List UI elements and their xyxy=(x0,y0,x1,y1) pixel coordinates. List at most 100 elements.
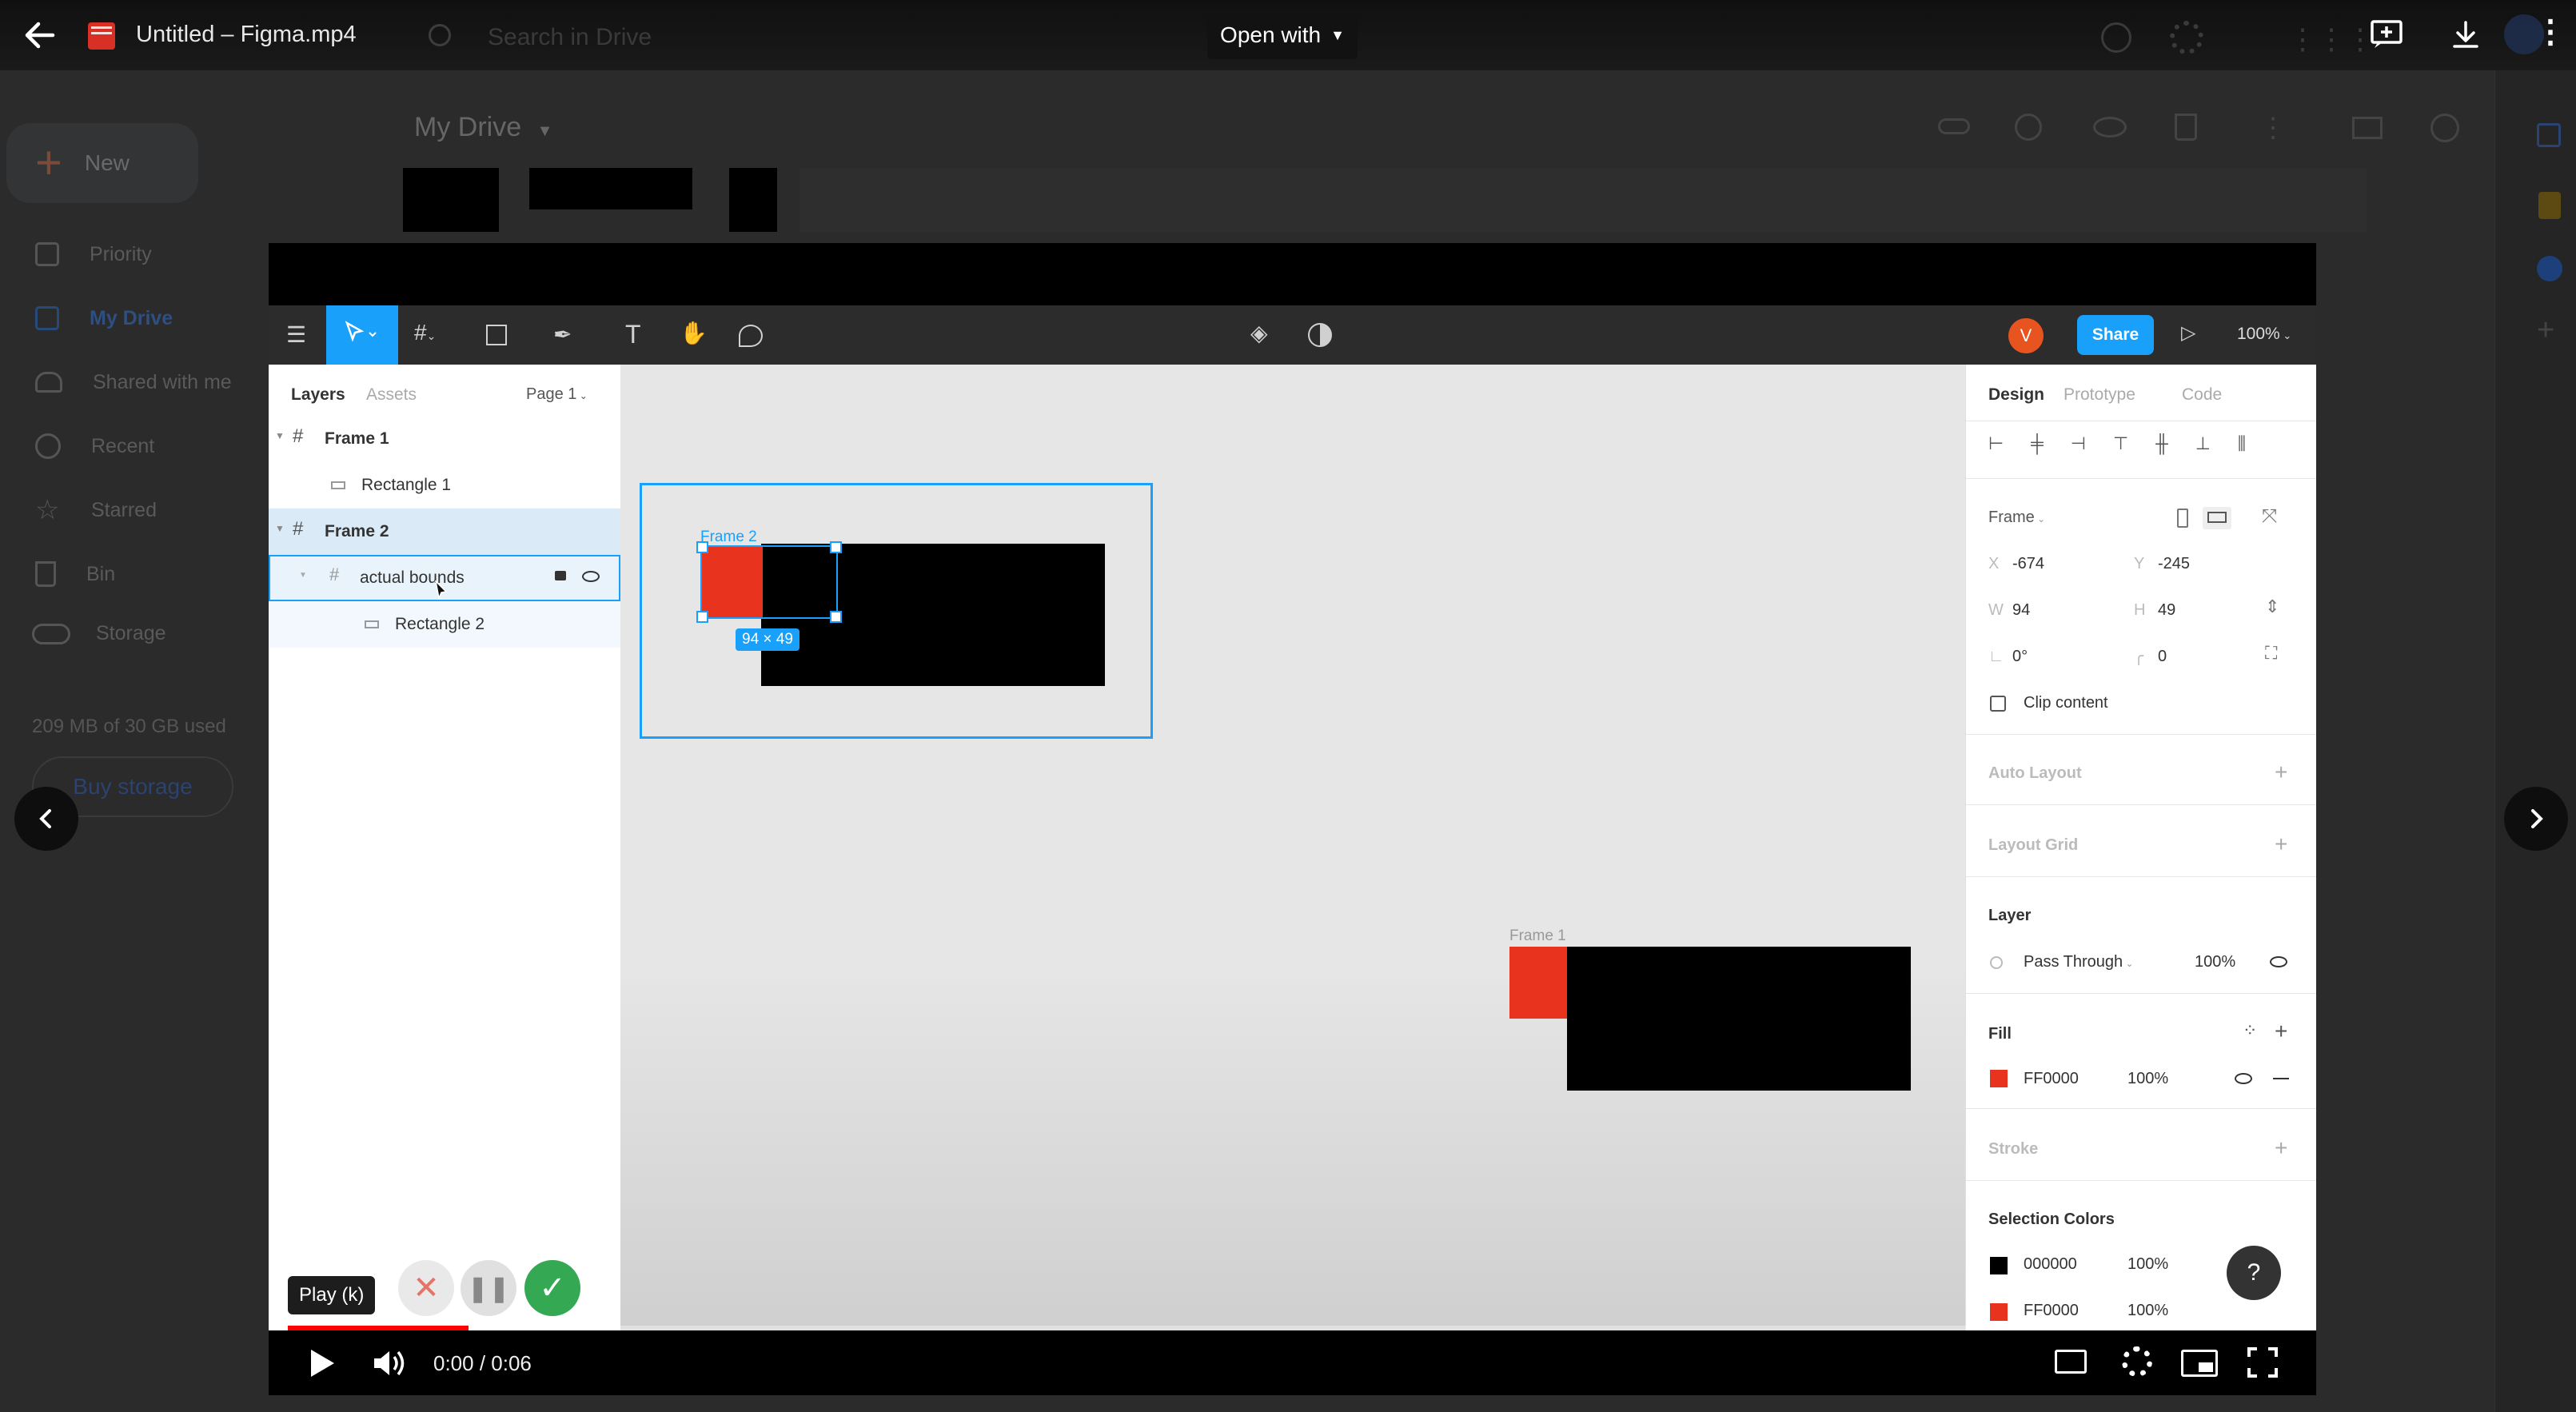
add-stroke-icon[interactable]: + xyxy=(2275,1135,2287,1161)
blend-mode-dropdown[interactable]: Pass Through ⌄ xyxy=(2024,953,2134,971)
frame-type-dropdown[interactable]: Frame ⌄ xyxy=(1988,509,2045,527)
resize-handle[interactable] xyxy=(696,541,708,553)
eye-icon[interactable] xyxy=(2270,956,2287,967)
constrain-proportions-icon[interactable]: ⇕ xyxy=(2265,596,2279,617)
landscape-icon[interactable] xyxy=(2203,507,2231,529)
caret-down-icon[interactable]: ▼ xyxy=(275,430,285,441)
w-input[interactable]: 94 xyxy=(2012,601,2030,620)
rotation-input[interactable]: 0° xyxy=(2012,648,2028,666)
add-layout-grid-icon[interactable]: + xyxy=(2275,832,2287,857)
layer-row-rectangle-1[interactable]: Rectangle 1 xyxy=(269,462,620,509)
miniplayer-icon[interactable] xyxy=(2181,1350,2218,1377)
lock-icon[interactable] xyxy=(555,571,566,580)
x-input[interactable]: -674 xyxy=(2012,555,2044,573)
share-button[interactable]: Share xyxy=(2077,315,2154,355)
add-auto-layout-icon[interactable]: + xyxy=(2275,760,2287,785)
link-icon[interactable] xyxy=(1938,118,1970,134)
download-icon[interactable] xyxy=(2450,19,2482,51)
sidebar-item-priority[interactable]: Priority xyxy=(0,222,264,286)
user-avatar[interactable]: V xyxy=(2008,318,2044,353)
list-view-icon[interactable] xyxy=(2352,117,2383,139)
eye-icon[interactable] xyxy=(2235,1073,2252,1084)
settings-icon[interactable] xyxy=(2170,21,2203,54)
tab-design[interactable]: Design xyxy=(1988,385,2044,405)
sidebar-item-starred[interactable]: ☆ Starred xyxy=(0,478,264,542)
remove-fill-icon[interactable] xyxy=(2273,1078,2289,1079)
info-icon[interactable] xyxy=(2430,114,2459,142)
breadcrumb[interactable]: My Drive ▼ xyxy=(414,112,552,143)
figma-canvas[interactable]: Frame 2 94 × 49 Frame 1 xyxy=(620,365,1965,1330)
tab-prototype[interactable]: Prototype xyxy=(2064,385,2135,405)
selection-color-swatch[interactable] xyxy=(1990,1257,2008,1274)
portrait-icon[interactable] xyxy=(2177,509,2188,528)
independent-corners-icon[interactable]: ⛶ xyxy=(2265,643,2277,664)
apps-grid-icon[interactable]: ⋮⋮⋮ xyxy=(2288,22,2375,56)
move-tool[interactable] xyxy=(326,305,398,365)
corner-radius-input[interactable]: 0 xyxy=(2158,648,2167,666)
align-bottom-icon[interactable]: ⊥ xyxy=(2195,433,2211,465)
zoom-dropdown[interactable]: 100% ⌄ xyxy=(2237,325,2291,344)
volume-button[interactable] xyxy=(373,1348,408,1378)
add-person-icon[interactable] xyxy=(2015,114,2042,141)
fill-hex-input[interactable]: FF0000 xyxy=(2024,1070,2079,1088)
cancel-recording-button[interactable]: ✕ xyxy=(398,1260,454,1316)
caret-down-icon[interactable]: ▼ xyxy=(275,523,285,534)
trash-icon[interactable] xyxy=(2175,114,2197,141)
sidebar-item-bin[interactable]: Bin xyxy=(0,542,264,606)
plus-icon[interactable]: + xyxy=(2537,313,2554,348)
resize-handle[interactable] xyxy=(830,541,842,553)
finish-recording-button[interactable]: ✓ xyxy=(524,1260,580,1316)
clip-content-checkbox[interactable] xyxy=(1990,696,2006,712)
align-middle-v-icon[interactable]: ╫ xyxy=(2155,433,2168,465)
selection-color-hex[interactable]: 000000 xyxy=(2024,1255,2077,1274)
next-button[interactable] xyxy=(2504,787,2568,851)
component-icon[interactable]: ◈ xyxy=(1250,320,1268,346)
add-comment-icon[interactable] xyxy=(2370,19,2403,50)
text-tool-icon[interactable]: T xyxy=(625,320,641,349)
caret-down-icon[interactable]: ▼ xyxy=(299,571,307,580)
sidebar-item-recent[interactable]: Recent xyxy=(0,414,264,478)
eye-icon[interactable] xyxy=(2093,117,2127,138)
help-icon[interactable] xyxy=(2101,22,2131,53)
sidebar-item-my-drive[interactable]: My Drive xyxy=(0,286,264,350)
selection-color-swatch[interactable] xyxy=(1990,1303,2008,1321)
menu-icon[interactable]: ☰ xyxy=(286,321,306,348)
frame-tool-icon[interactable]: #⌄ xyxy=(414,320,436,345)
keep-icon[interactable] xyxy=(2538,192,2561,219)
fullscreen-icon[interactable] xyxy=(2247,1346,2279,1378)
h-input[interactable]: 49 xyxy=(2158,601,2175,620)
actual-bounds-selection[interactable] xyxy=(696,541,842,623)
distribute-icon[interactable]: ⫼ xyxy=(2238,433,2246,465)
selection-color-hex[interactable]: FF0000 xyxy=(2024,1302,2079,1320)
align-right-icon[interactable]: ⊣ xyxy=(2071,433,2086,465)
shape-tool-icon[interactable] xyxy=(486,325,507,345)
subtitles-icon[interactable] xyxy=(2055,1350,2087,1374)
thumbnail[interactable] xyxy=(729,168,777,232)
back-arrow-icon[interactable] xyxy=(21,16,59,54)
layer-opacity-input[interactable]: 100% xyxy=(2195,953,2235,971)
avatar[interactable] xyxy=(2504,14,2544,54)
previous-button[interactable] xyxy=(14,787,78,851)
contrast-icon[interactable] xyxy=(1308,323,1332,347)
tab-assets[interactable]: Assets xyxy=(366,385,417,405)
sidebar-item-shared[interactable]: Shared with me xyxy=(0,350,264,414)
resize-handle[interactable] xyxy=(830,611,842,623)
pen-tool-icon[interactable]: ✒ xyxy=(553,321,572,348)
video-player[interactable]: ☰ #⌄ ✒ T ✋ ◈ V Share ▷ 100% ⌄ Layers Ass… xyxy=(269,243,2316,1395)
add-fill-icon[interactable]: + xyxy=(2275,1019,2287,1044)
resize-to-fit-icon[interactable]: ⤧ xyxy=(2262,505,2277,528)
resize-handle[interactable] xyxy=(696,611,708,623)
y-input[interactable]: -245 xyxy=(2158,555,2190,573)
thumbnail[interactable] xyxy=(529,168,692,209)
help-button[interactable]: ? xyxy=(2227,1246,2281,1300)
layer-row-rectangle-2[interactable]: Rectangle 2 xyxy=(269,601,620,648)
calendar-icon[interactable] xyxy=(2537,123,2561,147)
align-center-h-icon[interactable]: ╪ xyxy=(2031,433,2044,465)
selection-color-opacity[interactable]: 100% xyxy=(2127,1255,2168,1274)
hand-tool-icon[interactable]: ✋ xyxy=(680,320,708,346)
thumbnail[interactable] xyxy=(403,168,499,232)
new-button[interactable]: + New xyxy=(6,123,198,203)
align-top-icon[interactable]: ⊤ xyxy=(2113,433,2128,465)
tasks-icon[interactable] xyxy=(2537,256,2562,281)
tab-code[interactable]: Code xyxy=(2182,385,2222,405)
